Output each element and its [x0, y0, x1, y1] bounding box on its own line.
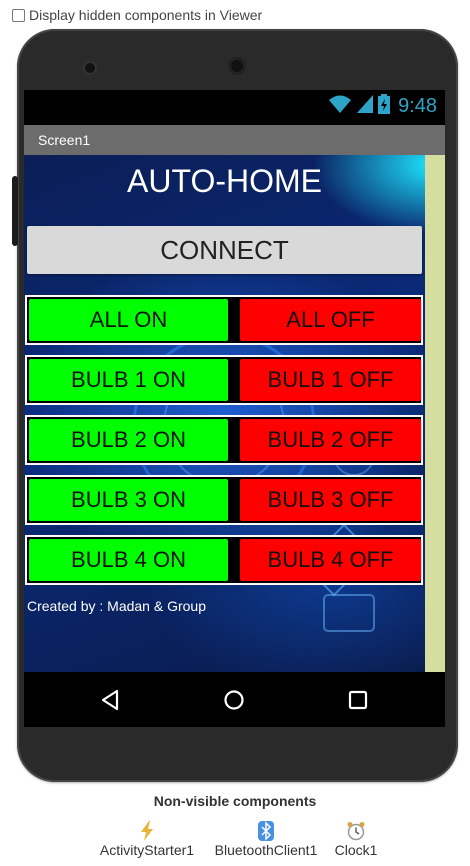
control-row-bulb-2: BULB 2 ON BULB 2 OFF: [25, 415, 423, 465]
clock-label: Clock1: [334, 842, 378, 858]
credit-text: Created by : Madan & Group: [27, 598, 206, 614]
right-edge-strip: [425, 155, 445, 672]
display-hidden-checkbox[interactable]: [12, 8, 25, 22]
battery-icon: [378, 94, 391, 119]
app-view: AUTO-HOME CONNECT ALL ON ALL OFF BULB 1 …: [24, 155, 445, 672]
phone-screen: 9:48 Screen1 AUTO-HOME CONNECT ALL ON AL…: [24, 90, 445, 727]
bulb-1-on-button[interactable]: BULB 1 ON: [29, 359, 228, 401]
display-hidden-option[interactable]: Display hidden components in Viewer: [12, 7, 262, 23]
status-bar: 9:48: [24, 90, 445, 125]
bulb-3-on-button[interactable]: BULB 3 ON: [29, 479, 228, 521]
screen-title-bar: Screen1: [24, 125, 445, 155]
recents-icon[interactable]: [344, 686, 372, 714]
activity-starter-label: ActivityStarter1: [99, 842, 195, 858]
bulb-4-off-button[interactable]: BULB 4 OFF: [240, 539, 421, 581]
bulb-2-off-button[interactable]: BULB 2 OFF: [240, 419, 421, 461]
bulb-4-on-button[interactable]: BULB 4 ON: [29, 539, 228, 581]
home-icon[interactable]: [220, 686, 248, 714]
display-hidden-label: Display hidden components in Viewer: [29, 7, 263, 23]
signal-icon: [356, 94, 374, 119]
all-on-button[interactable]: ALL ON: [29, 299, 228, 341]
phone-side-button: [12, 176, 18, 246]
all-off-button[interactable]: ALL OFF: [240, 299, 421, 341]
wifi-icon: [328, 94, 352, 119]
connect-button[interactable]: CONNECT: [27, 226, 422, 274]
clock-icon: [330, 820, 382, 842]
back-icon[interactable]: [96, 686, 124, 714]
bulb-2-on-button[interactable]: BULB 2 ON: [29, 419, 228, 461]
activity-starter-component[interactable]: ActivityStarter1: [95, 820, 199, 858]
bulb-3-off-button[interactable]: BULB 3 OFF: [240, 479, 421, 521]
bluetooth-client-component[interactable]: BluetoothClient1: [209, 820, 323, 858]
control-row-bulb-3: BULB 3 ON BULB 3 OFF: [25, 475, 423, 525]
nav-bar: [24, 672, 445, 727]
phone-camera: [85, 63, 95, 73]
non-visible-title: Non-visible components: [153, 793, 317, 809]
lightning-icon: [95, 820, 199, 842]
screen-title: Screen1: [38, 132, 91, 148]
control-row-bulb-1: BULB 1 ON BULB 1 OFF: [25, 355, 423, 405]
bulb-1-off-button[interactable]: BULB 1 OFF: [240, 359, 421, 401]
bluetooth-icon: [209, 820, 323, 842]
phone-speaker: [228, 57, 246, 75]
app-title: AUTO-HOME: [127, 163, 322, 199]
bluetooth-client-label: BluetoothClient1: [214, 842, 318, 858]
control-row-all: ALL ON ALL OFF: [25, 295, 423, 345]
status-time: 9:48: [398, 95, 437, 117]
control-row-bulb-4: BULB 4 ON BULB 4 OFF: [25, 535, 423, 585]
clock-component[interactable]: Clock1: [330, 820, 382, 858]
